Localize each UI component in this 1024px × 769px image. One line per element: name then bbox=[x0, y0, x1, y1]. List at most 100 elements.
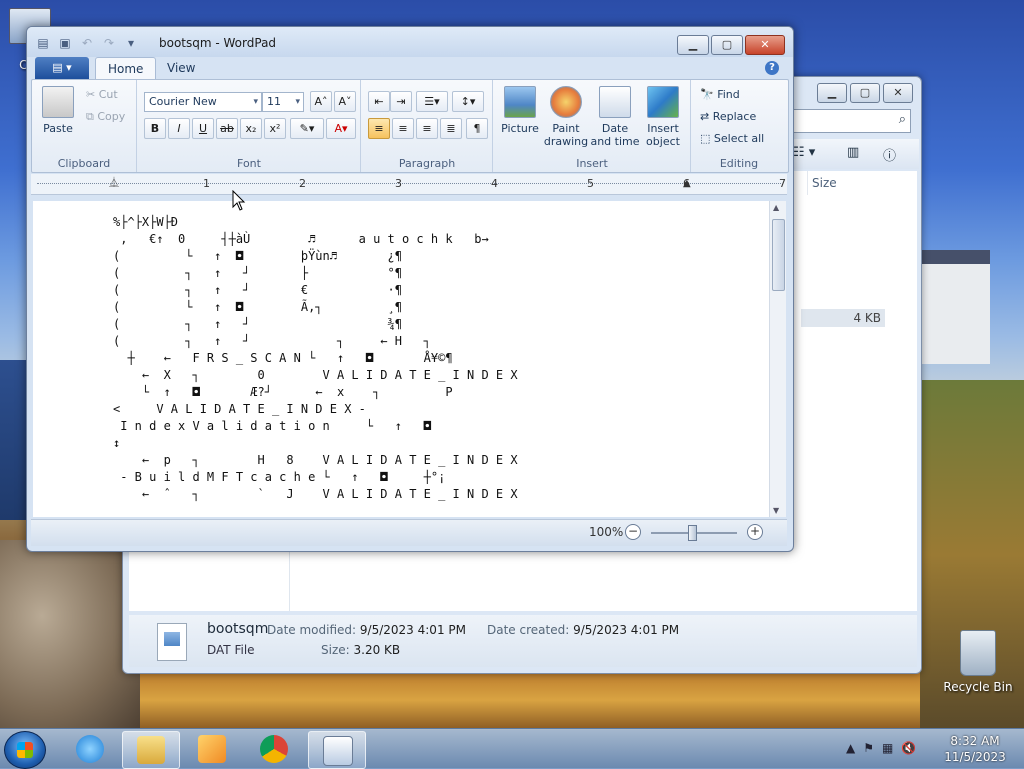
wordpad-window[interactable]: ▤ ▣ ↶ ↷ ▾ bootsqm - WordPad ▁ ▢ ✕ ▤ ▾ Ho… bbox=[26, 26, 794, 552]
volume-muted-icon[interactable]: 🔇 bbox=[901, 741, 916, 755]
taskbar-chrome[interactable] bbox=[246, 731, 302, 767]
paragraph-settings-icon[interactable]: ¶ bbox=[466, 118, 488, 139]
find-button[interactable]: 🔭 Find bbox=[700, 88, 740, 101]
doc-line: ( ┐ ↑ ┘ ├ °¶ bbox=[113, 266, 402, 280]
tab-view[interactable]: View bbox=[155, 57, 207, 79]
taskbar-media-player[interactable] bbox=[184, 731, 240, 767]
zoom-slider-thumb[interactable] bbox=[688, 525, 697, 541]
bullets-icon[interactable]: ☰▾ bbox=[416, 91, 448, 112]
date-time-label: Date and time bbox=[590, 122, 640, 148]
explorer-details-pane: bootsqm DAT File Date modified: 9/5/2023… bbox=[129, 615, 917, 667]
cut-button[interactable]: ✂ Cut bbox=[86, 88, 118, 101]
scroll-down-icon[interactable]: ▼ bbox=[773, 506, 779, 515]
replace-button[interactable]: ⇄ Replace bbox=[700, 110, 756, 123]
doc-line: ( ┐ ↑ ┘ ¾¶ bbox=[113, 317, 402, 331]
align-right-icon[interactable]: ≡ bbox=[416, 118, 438, 139]
insert-group-label: Insert bbox=[576, 157, 608, 170]
right-indent-marker[interactable]: ▲ bbox=[683, 178, 691, 189]
explorer-window-controls: ▁ ▢ ✕ bbox=[817, 83, 913, 103]
desktop-icon-recycle-bin[interactable]: Recycle Bin bbox=[940, 630, 1016, 694]
start-button[interactable] bbox=[4, 731, 46, 769]
decrease-indent-icon[interactable]: ⇤ bbox=[368, 91, 390, 112]
scroll-thumb[interactable] bbox=[772, 219, 785, 291]
grow-font-icon[interactable]: A˄ bbox=[310, 91, 332, 112]
justify-icon[interactable]: ≣ bbox=[440, 118, 462, 139]
subscript-icon[interactable]: x₂ bbox=[240, 118, 262, 139]
details-date-modified: Date modified: 9/5/2023 4:01 PM bbox=[267, 623, 466, 637]
wordpad-titlebar[interactable]: ▤ ▣ ↶ ↷ ▾ bootsqm - WordPad ▁ ▢ ✕ bbox=[27, 27, 793, 57]
explorer-close-button[interactable]: ✕ bbox=[883, 83, 913, 103]
explorer-search-box[interactable]: ⌕ bbox=[789, 109, 911, 133]
copy-label: Copy bbox=[97, 110, 126, 123]
align-left-icon[interactable]: ≡ bbox=[368, 118, 390, 139]
ruler-tick-2: 2 bbox=[299, 177, 306, 190]
maximize-button[interactable]: ▢ bbox=[711, 35, 743, 55]
ruler-tick-1: 1 bbox=[203, 177, 210, 190]
ribbon: Paste ✂ Cut ⧉ Copy Clipboard Courier New… bbox=[31, 79, 789, 173]
taskbar-internet-explorer[interactable] bbox=[62, 731, 118, 767]
chrome-icon bbox=[260, 735, 288, 763]
highlight-color-icon[interactable]: ✎▾ bbox=[290, 118, 324, 139]
taskbar-wordpad[interactable] bbox=[308, 731, 366, 769]
scroll-up-icon[interactable]: ▲ bbox=[773, 203, 779, 212]
underline-icon[interactable]: U bbox=[192, 118, 214, 139]
font-color-icon[interactable]: A▾ bbox=[326, 118, 356, 139]
details-file-type: DAT File bbox=[207, 643, 255, 657]
network-icon[interactable]: ▦ bbox=[882, 741, 893, 755]
minimize-button[interactable]: ▁ bbox=[677, 35, 709, 55]
document-area[interactable]: %├^├X├W├Ð , €↑ 0 ┤┼àÙ ♬ a u t o c h k b→… bbox=[33, 201, 769, 517]
undo-icon[interactable]: ↶ bbox=[79, 35, 95, 51]
paste-button[interactable]: Paste bbox=[38, 86, 78, 135]
ruler[interactable]: ⏅ 1 2 3 4 5 6 7 ▲ bbox=[31, 174, 787, 195]
details-date-created: Date created: 9/5/2023 4:01 PM bbox=[487, 623, 679, 637]
left-indent-marker[interactable]: ⏅ bbox=[109, 174, 119, 189]
picture-button[interactable]: Picture bbox=[498, 86, 542, 135]
select-all-button[interactable]: ⬚ Select all bbox=[700, 132, 764, 145]
recycle-bin-label: Recycle Bin bbox=[943, 680, 1013, 694]
group-font: Courier New 11 A˄ A˅ B I U ab x₂ x² ✎▾ A… bbox=[138, 80, 361, 172]
view-options-icon[interactable]: ☷ ▾ bbox=[793, 145, 815, 160]
details-file-name: bootsqm bbox=[207, 621, 269, 637]
doc-line: ( └ ↑ ◘ Ã,┐ ¸¶ bbox=[113, 300, 402, 314]
paste-icon bbox=[42, 86, 74, 118]
shrink-font-icon[interactable]: A˅ bbox=[334, 91, 356, 112]
date-time-button[interactable]: Date and time bbox=[590, 86, 640, 148]
zoom-in-icon[interactable]: + bbox=[747, 524, 763, 540]
increase-indent-icon[interactable]: ⇥ bbox=[390, 91, 412, 112]
wordpad-app-icon[interactable]: ▤ bbox=[35, 35, 51, 51]
show-hidden-icons-icon[interactable]: ▲ bbox=[846, 741, 855, 755]
font-family-select[interactable]: Courier New bbox=[144, 92, 262, 112]
save-icon[interactable]: ▣ bbox=[57, 35, 73, 51]
align-center-icon[interactable]: ≡ bbox=[392, 118, 414, 139]
vertical-scrollbar[interactable]: ▲ ▼ bbox=[769, 201, 786, 517]
help-icon[interactable]: ⓘ bbox=[883, 145, 896, 164]
insert-object-button[interactable]: Insert object bbox=[640, 86, 686, 148]
clock[interactable]: 8:32 AM 11/5/2023 bbox=[940, 733, 1010, 765]
close-button[interactable]: ✕ bbox=[745, 35, 785, 55]
preview-pane-icon[interactable]: ▥ bbox=[847, 145, 859, 160]
explorer-maximize-button[interactable]: ▢ bbox=[850, 83, 880, 103]
action-center-icon[interactable]: ⚑ bbox=[863, 741, 874, 755]
column-header-size[interactable]: Size bbox=[807, 171, 922, 195]
application-menu-button[interactable]: ▤ ▾ bbox=[35, 57, 89, 79]
line-spacing-icon[interactable]: ↕▾ bbox=[452, 91, 484, 112]
date-modified-value: 9/5/2023 4:01 PM bbox=[359, 623, 466, 637]
italic-icon[interactable]: I bbox=[168, 118, 190, 139]
customize-qat-icon[interactable]: ▾ bbox=[123, 35, 139, 51]
explorer-minimize-button[interactable]: ▁ bbox=[817, 83, 847, 103]
zoom-level: 100% bbox=[589, 525, 624, 539]
doc-line: I n d e x V a l i d a t i o n └ ↑ ◘ bbox=[113, 419, 431, 433]
tab-home[interactable]: Home bbox=[95, 57, 157, 80]
redo-icon[interactable]: ↷ bbox=[101, 35, 117, 51]
taskbar-windows-explorer[interactable] bbox=[122, 731, 180, 769]
help-icon[interactable]: ? bbox=[765, 61, 779, 75]
superscript-icon[interactable]: x² bbox=[264, 118, 286, 139]
font-size-select[interactable]: 11 bbox=[262, 92, 304, 112]
zoom-out-icon[interactable]: − bbox=[625, 524, 641, 540]
copy-button[interactable]: ⧉ Copy bbox=[86, 110, 125, 124]
bold-icon[interactable]: B bbox=[144, 118, 166, 139]
search-icon[interactable]: ⌕ bbox=[899, 112, 906, 127]
paint-drawing-button[interactable]: Paint drawing bbox=[542, 86, 590, 148]
group-insert: Picture Paint drawing Date and time Inse… bbox=[494, 80, 691, 172]
strikethrough-icon[interactable]: ab bbox=[216, 118, 238, 139]
